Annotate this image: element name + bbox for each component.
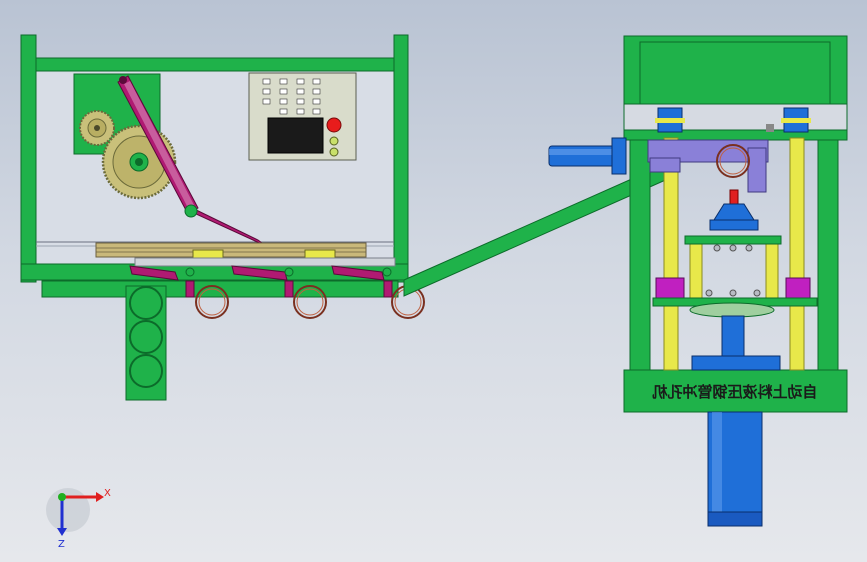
machine-label: 自动上料液压钢管冲孔机 <box>652 383 817 401</box>
main-ram <box>691 315 781 527</box>
small-gear <box>79 110 115 146</box>
tube-tray <box>95 242 396 267</box>
pipe-magazine <box>125 285 167 401</box>
z-axis-label: Z <box>58 539 65 550</box>
frame-right-post <box>393 34 409 283</box>
axis-triad: X Z <box>46 488 111 550</box>
side-cylinder <box>548 137 627 175</box>
control-panel <box>248 72 357 161</box>
frame-left-post <box>20 34 37 283</box>
x-axis-label: X <box>104 488 111 499</box>
punch-head <box>709 189 759 231</box>
press-column-left <box>629 139 651 371</box>
press-column-right <box>817 139 839 371</box>
emergency-stop-button <box>326 117 342 133</box>
panel-screen <box>267 117 324 154</box>
frame-top-beam <box>35 57 395 72</box>
indicator-light <box>329 136 339 146</box>
cad-drawing: 自动上料液压钢管冲孔机 X Z <box>20 34 848 550</box>
indicator-light <box>329 147 339 157</box>
upper-platen <box>684 235 782 245</box>
